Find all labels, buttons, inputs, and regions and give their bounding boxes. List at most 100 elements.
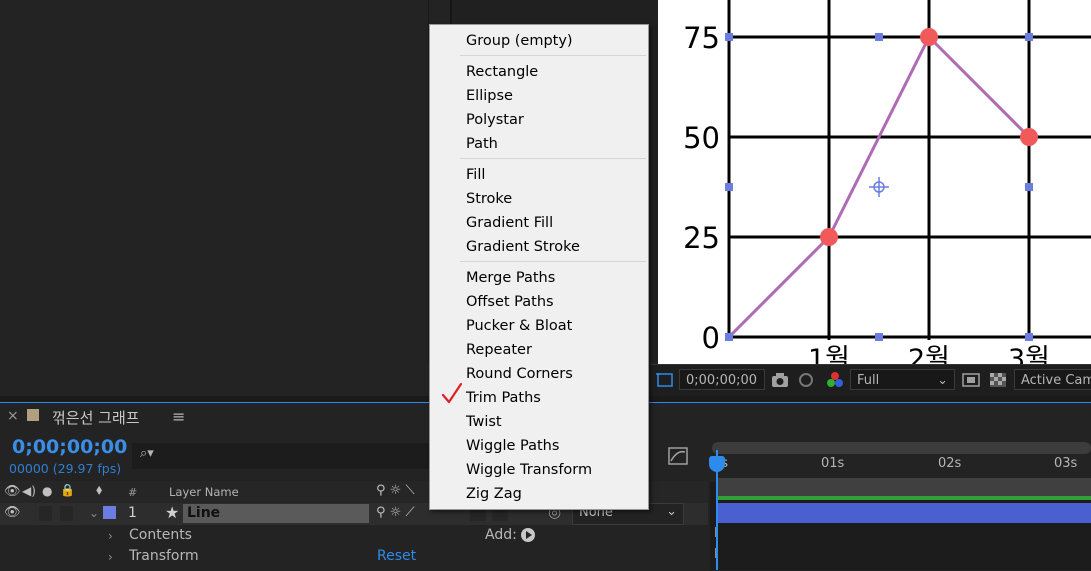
camera-snapshot-icon[interactable] bbox=[770, 371, 790, 389]
menu-item-rectangle[interactable]: Rectangle bbox=[466, 60, 538, 84]
x-tick-3: 3월 bbox=[1008, 344, 1050, 364]
y-tick-50: 50 bbox=[683, 121, 720, 155]
x-tick-2: 2월 bbox=[908, 344, 950, 364]
add-menu-button[interactable] bbox=[521, 528, 535, 542]
play-triangle-icon bbox=[526, 531, 532, 539]
transform-handle[interactable] bbox=[1025, 333, 1033, 341]
transform-handle[interactable] bbox=[1025, 183, 1033, 191]
transform-property[interactable]: Transform bbox=[129, 548, 199, 564]
menu-item-wiggle-paths[interactable]: Wiggle Paths bbox=[466, 434, 559, 458]
transform-handle[interactable] bbox=[875, 333, 883, 341]
data-point[interactable] bbox=[820, 228, 838, 246]
chart-grid bbox=[727, 0, 1091, 340]
contents-property[interactable]: Contents bbox=[129, 527, 192, 543]
add-context-menu: Group (empty) Rectangle Ellipse Polystar… bbox=[429, 24, 649, 510]
menu-item-stroke[interactable]: Stroke bbox=[466, 187, 512, 211]
close-icon[interactable]: × bbox=[7, 408, 19, 424]
anchor-point-icon[interactable] bbox=[869, 177, 889, 197]
y-tick-0: 0 bbox=[702, 321, 720, 355]
expand-transform-icon[interactable]: › bbox=[108, 550, 113, 564]
layer-color-label[interactable] bbox=[103, 506, 116, 519]
data-point[interactable] bbox=[1020, 128, 1038, 146]
menu-item-merge-paths[interactable]: Merge Paths bbox=[466, 266, 555, 290]
layer-duration-bar[interactable] bbox=[716, 503, 1091, 523]
add-label: Add: bbox=[485, 527, 517, 543]
y-tick-25: 25 bbox=[683, 221, 720, 255]
label-tag-icon[interactable]: ⬧ bbox=[96, 482, 102, 498]
resolution-value: Full bbox=[857, 373, 880, 388]
y-tick-75: 75 bbox=[683, 21, 720, 55]
visibility-toggle-icon[interactable]: 👁 bbox=[4, 505, 21, 520]
transparency-grid-icon[interactable] bbox=[988, 371, 1008, 389]
ruler-label-02s: 02s bbox=[938, 456, 962, 471]
menu-item-zig-zag[interactable]: Zig Zag bbox=[466, 482, 522, 506]
active-camera-dropdown[interactable]: Active Cam bbox=[1014, 369, 1091, 390]
menu-item-twist[interactable]: Twist bbox=[466, 410, 502, 434]
playhead-handle[interactable] bbox=[709, 456, 725, 472]
composition-icon bbox=[27, 409, 39, 421]
expand-layer-icon[interactable]: ⌄ bbox=[89, 506, 99, 520]
current-time-display[interactable]: 0;00;00;00 bbox=[12, 436, 127, 458]
checkmark-icon bbox=[441, 382, 463, 404]
chevron-down-icon: ⌄ bbox=[666, 504, 677, 519]
hamburger-icon[interactable]: ≡ bbox=[172, 407, 185, 426]
number-column-header: # bbox=[128, 486, 138, 499]
audio-icon[interactable]: ◀) bbox=[22, 484, 36, 498]
menu-item-gradient-fill[interactable]: Gradient Fill bbox=[466, 211, 553, 235]
transform-handle[interactable] bbox=[1025, 33, 1033, 41]
layer-name-field[interactable]: Line bbox=[183, 504, 369, 523]
transform-handle[interactable] bbox=[725, 333, 733, 341]
resolution-dropdown[interactable]: Full ⌄ bbox=[850, 369, 955, 390]
channel-rgb-icon[interactable] bbox=[824, 369, 846, 391]
menu-separator bbox=[460, 55, 646, 56]
solo-icon[interactable]: ● bbox=[42, 484, 52, 498]
transform-handle[interactable] bbox=[725, 33, 733, 41]
x-tick-1: 1월 bbox=[808, 344, 850, 364]
viewer-timecode[interactable]: 0;00;00;00 bbox=[679, 369, 765, 390]
ruler-label-03s: 03s bbox=[1054, 456, 1078, 471]
chevron-down-icon: ⌄ bbox=[937, 373, 948, 388]
transform-handle[interactable] bbox=[725, 183, 733, 191]
composition-tab-name[interactable]: 꺾은선 그래프 bbox=[52, 407, 140, 428]
fast-previews-icon[interactable] bbox=[961, 371, 981, 389]
work-area-track bbox=[716, 478, 1091, 496]
graph-editor-icon[interactable] bbox=[667, 446, 689, 466]
shape-layer-star-icon: ★ bbox=[165, 503, 180, 522]
shy-switches-icon: ⚲ ☼ ⟍ bbox=[376, 483, 415, 498]
layer-name: Line bbox=[187, 505, 221, 521]
expand-contents-icon[interactable]: › bbox=[108, 529, 113, 543]
composition-viewer[interactable]: 75 50 25 0 1월 2월 3월 bbox=[658, 0, 1091, 364]
menu-item-repeater[interactable]: Repeater bbox=[466, 338, 532, 362]
menu-item-gradient-stroke[interactable]: Gradient Stroke bbox=[466, 235, 580, 259]
layer-name-column-header[interactable]: Layer Name bbox=[169, 485, 239, 499]
transform-handle[interactable] bbox=[875, 33, 883, 41]
region-of-interest-icon[interactable] bbox=[655, 370, 675, 390]
reset-link[interactable]: Reset bbox=[377, 548, 416, 564]
search-icon: ⌕▾ bbox=[140, 446, 154, 461]
menu-item-ellipse[interactable]: Ellipse bbox=[466, 84, 513, 108]
menu-item-offset-paths[interactable]: Offset Paths bbox=[466, 290, 554, 314]
layer-search-input[interactable]: ⌕▾ bbox=[132, 443, 434, 469]
show-snapshot-icon[interactable] bbox=[796, 371, 816, 389]
lock-toggle[interactable] bbox=[60, 506, 73, 521]
work-area-bar[interactable] bbox=[712, 442, 1091, 454]
project-panel bbox=[0, 0, 429, 362]
layer-switches-icon[interactable]: ⚲ ☼ ⟋ bbox=[376, 505, 415, 520]
menu-item-wiggle-transform[interactable]: Wiggle Transform bbox=[466, 458, 592, 482]
menu-separator bbox=[460, 261, 646, 262]
menu-separator bbox=[460, 158, 646, 159]
menu-item-round-corners[interactable]: Round Corners bbox=[466, 362, 573, 386]
menu-item-fill[interactable]: Fill bbox=[466, 163, 485, 187]
render-bar bbox=[716, 496, 1091, 500]
layer-number: 1 bbox=[128, 505, 137, 521]
menu-item-trim-paths[interactable]: Trim Paths bbox=[466, 386, 541, 410]
frame-rate-display: 00000 (29.97 fps) bbox=[9, 461, 122, 476]
lock-icon[interactable]: 🔒 bbox=[60, 483, 75, 497]
menu-item-group-empty[interactable]: Group (empty) bbox=[466, 29, 573, 53]
data-point[interactable] bbox=[920, 28, 938, 46]
menu-item-path[interactable]: Path bbox=[466, 132, 498, 156]
menu-item-pucker-bloat[interactable]: Pucker & Bloat bbox=[466, 314, 572, 338]
menu-item-polystar[interactable]: Polystar bbox=[466, 108, 524, 132]
solo-toggle[interactable] bbox=[39, 506, 52, 521]
eye-icon[interactable]: 👁 bbox=[4, 484, 21, 499]
